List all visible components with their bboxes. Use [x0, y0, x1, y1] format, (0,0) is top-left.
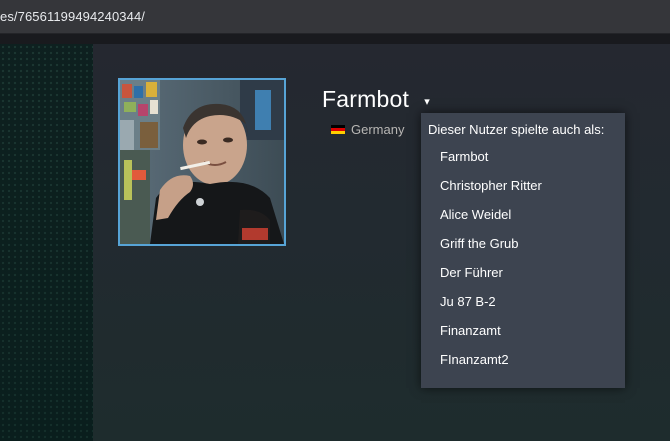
- background-pattern-panel: [0, 44, 93, 441]
- alias-item: Farmbot: [440, 149, 489, 164]
- profile-name: Farmbot: [322, 86, 410, 112]
- name-history-dropdown-toggle[interactable]: ▾: [420, 95, 434, 109]
- country-label: Germany: [351, 121, 405, 137]
- alias-item: Christopher Ritter: [440, 178, 542, 193]
- alias-item: Alice Weidel: [440, 207, 512, 222]
- alias-item: Finanzamt: [440, 323, 501, 338]
- chevron-down-icon[interactable]: ▾: [424, 96, 430, 108]
- alias-history-heading: Dieser Nutzer spielte auch als:: [428, 122, 605, 137]
- alias-item: Ju 87 B-2: [440, 294, 496, 309]
- browser-address-bar[interactable]: es/76561199494240344/: [0, 0, 670, 34]
- alias-item: FInanzamt2: [440, 352, 509, 367]
- profile-location: Germany: [331, 121, 404, 137]
- alias-history-dropdown: Dieser Nutzer spielte auch als: Farmbot …: [421, 113, 625, 388]
- flag-germany-icon: [331, 124, 345, 134]
- url-text[interactable]: es/76561199494240344/: [0, 9, 145, 24]
- alias-item: Der Führer: [440, 265, 503, 280]
- browser-divider: [0, 34, 670, 44]
- avatar-photo-image: [120, 80, 284, 244]
- alias-item: Griff the Grub: [440, 236, 519, 251]
- profile-avatar[interactable]: [118, 78, 286, 246]
